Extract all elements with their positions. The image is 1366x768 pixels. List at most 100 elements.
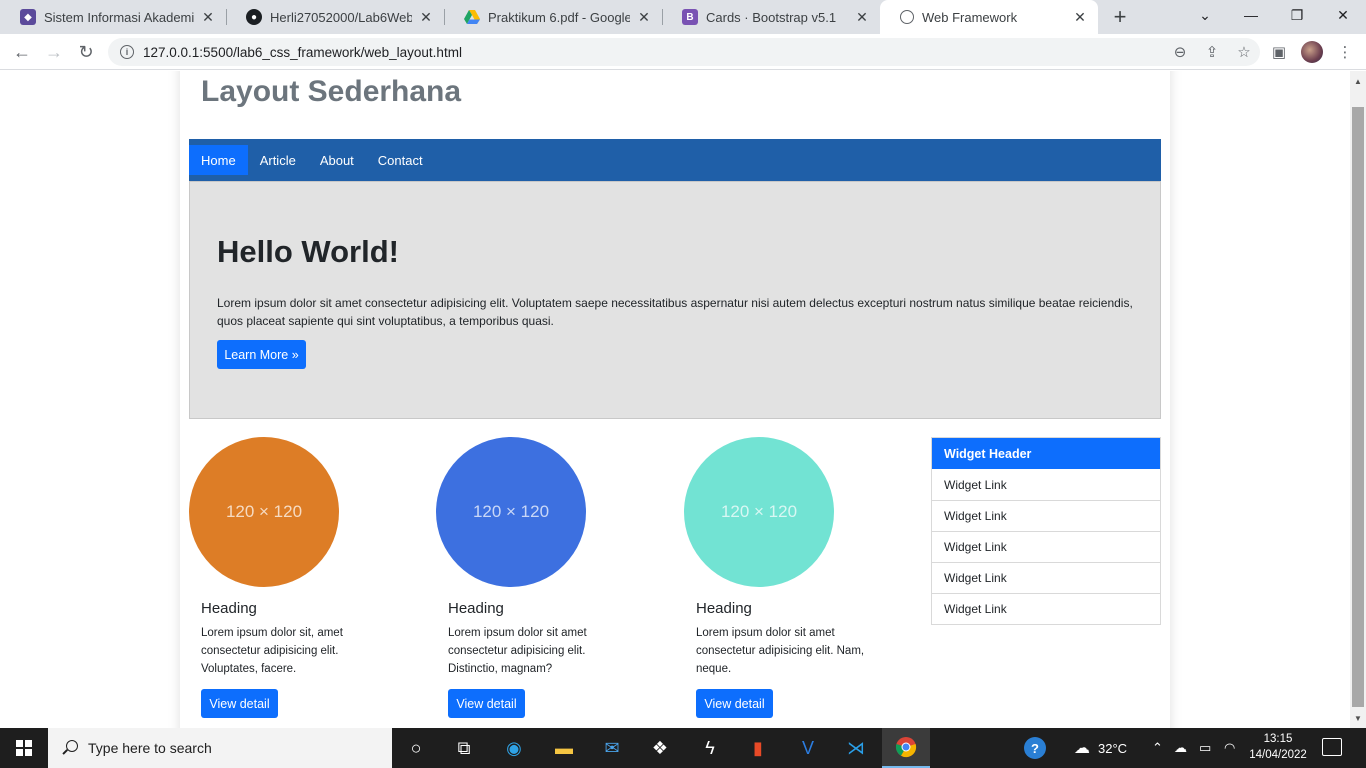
view-detail-button[interactable]: View detail	[696, 689, 773, 718]
placeholder-image: 120 × 120	[436, 437, 586, 587]
close-tab-icon[interactable]: ✕	[418, 9, 434, 25]
site-info-icon[interactable]: i	[120, 45, 134, 59]
tab-sistem-informasi[interactable]: ◆ Sistem Informasi Akademik ✕	[0, 0, 226, 34]
onedrive-icon[interactable]: ☁	[1174, 728, 1187, 768]
learn-more-button[interactable]: Learn More »	[217, 340, 306, 369]
tab-google-drive[interactable]: Praktikum 6.pdf - Google Dri ✕	[444, 0, 662, 34]
hero-heading: Hello World!	[217, 234, 399, 269]
university-icon: ◆	[20, 9, 36, 25]
site-title: Layout Sederhana	[201, 75, 462, 108]
omnibox-actions: ⊖ ⇪ ☆	[1164, 38, 1260, 66]
wifi-icon[interactable]: ◠	[1224, 728, 1235, 768]
placeholder-image: 120 × 120	[684, 437, 834, 587]
close-tab-icon[interactable]: ✕	[854, 9, 870, 25]
view-detail-button[interactable]: View detail	[448, 689, 525, 718]
back-arrow-icon[interactable]: ←	[10, 40, 34, 64]
dropbox-icon[interactable]: ❖	[636, 728, 684, 768]
tab-web-framework[interactable]: Web Framework ✕	[880, 0, 1098, 34]
tab-github[interactable]: ● Herli27052000/Lab6Web: Ma ✕	[226, 0, 444, 34]
bootstrap-icon: B	[682, 9, 698, 25]
widget-link[interactable]: Widget Link	[932, 531, 1160, 562]
reload-icon[interactable]: ↻	[74, 40, 98, 64]
page-viewport: Layout Sederhana Home Article About Cont…	[0, 71, 1350, 728]
widget-link[interactable]: Widget Link	[932, 562, 1160, 593]
address-bar[interactable]: i 127.0.0.1:5500/lab6_css_framework/web_…	[108, 38, 1260, 66]
windows-taskbar: Type here to search ○ ⧉ ◉ ▬ ✉ ❖ ϟ ▮ V ⋊ …	[0, 728, 1366, 768]
google-drive-icon	[464, 9, 480, 25]
help-icon[interactable]: ?	[1024, 728, 1046, 768]
card-text: Lorem ipsum dolor sit amet consectetur a…	[696, 627, 865, 675]
weather-temperature: 32°C	[1098, 740, 1128, 756]
github-icon: ●	[246, 9, 262, 25]
search-icon	[62, 740, 78, 756]
card-heading: Heading	[201, 600, 257, 617]
close-tab-icon[interactable]: ✕	[1072, 9, 1088, 25]
bookmark-star-icon[interactable]: ☆	[1228, 43, 1260, 61]
feature-card: 120 × 120 Heading Lorem ipsum dolor sit …	[684, 437, 884, 728]
tab-bootstrap-cards[interactable]: B Cards · Bootstrap v5.1 ✕	[662, 0, 880, 34]
close-window-button[interactable]: ✕	[1320, 0, 1366, 30]
browser-tab-strip: ◆ Sistem Informasi Akademik ✕ ● Herli270…	[0, 0, 1366, 34]
feature-card: 120 × 120 Heading Lorem ipsum dolor sit,…	[189, 437, 389, 728]
nav-article[interactable]: Article	[248, 145, 308, 175]
profile-avatar[interactable]	[1301, 41, 1323, 63]
globe-icon	[900, 10, 914, 24]
widget-link[interactable]: Widget Link	[932, 593, 1160, 624]
card-text: Lorem ipsum dolor sit, amet consectetur …	[201, 627, 343, 675]
cloud-sun-icon: ☁	[1074, 740, 1090, 757]
minimize-button[interactable]: —	[1228, 0, 1274, 30]
system-clock[interactable]: 13:15 14/04/2022	[1246, 731, 1310, 763]
mail-icon[interactable]: ✉	[588, 728, 636, 768]
nav-home[interactable]: Home	[189, 145, 248, 175]
office-icon[interactable]: ▮	[734, 728, 782, 768]
view-detail-button[interactable]: View detail	[201, 689, 278, 718]
clock-date: 14/04/2022	[1249, 749, 1307, 761]
vertical-scrollbar[interactable]: ▲ ▼	[1350, 71, 1366, 728]
side-panel-icon[interactable]: ▣	[1268, 41, 1290, 63]
chrome-icon[interactable]	[882, 728, 930, 768]
widget-link[interactable]: Widget Link	[932, 469, 1160, 500]
card-heading: Heading	[448, 600, 504, 617]
zoom-icon[interactable]: ⊖	[1164, 43, 1196, 61]
start-button[interactable]	[0, 728, 48, 768]
scroll-up-icon[interactable]: ▲	[1350, 73, 1366, 89]
menu-dots-icon[interactable]: ⋮	[1334, 41, 1356, 63]
new-tab-button[interactable]: +	[1108, 4, 1132, 29]
tab-search-chevron-icon[interactable]: ⌄	[1182, 0, 1228, 30]
notification-center-icon[interactable]	[1322, 738, 1342, 756]
forward-arrow-icon[interactable]: →	[42, 40, 66, 64]
task-view-icon[interactable]: ⧉	[440, 728, 488, 768]
app-launcher-icon[interactable]: ϟ	[686, 728, 734, 768]
show-hidden-icons-chevron-icon[interactable]: ⌃	[1152, 728, 1163, 768]
browser-toolbar: ← → ↻ i 127.0.0.1:5500/lab6_css_framewor…	[0, 34, 1366, 70]
restore-button[interactable]: ❐	[1274, 0, 1320, 30]
battery-icon[interactable]: ▭	[1199, 728, 1211, 768]
weather-widget[interactable]: ☁ 32°C	[1074, 728, 1127, 768]
feature-card: 120 × 120 Heading Lorem ipsum dolor sit …	[436, 437, 636, 728]
cortana-icon[interactable]: ○	[392, 728, 440, 768]
visual-studio-icon[interactable]: V	[784, 728, 832, 768]
page-container: Layout Sederhana Home Article About Cont…	[180, 71, 1170, 728]
scrollbar-thumb[interactable]	[1352, 107, 1364, 707]
sidebar-widget: Widget Header Widget Link Widget Link Wi…	[931, 437, 1161, 625]
card-heading: Heading	[696, 600, 752, 617]
widget-link[interactable]: Widget Link	[932, 500, 1160, 531]
hero-jumbotron: Hello World! Lorem ipsum dolor sit amet …	[189, 181, 1161, 419]
close-tab-icon[interactable]: ✕	[636, 9, 652, 25]
nav-about[interactable]: About	[308, 145, 366, 175]
nav-contact[interactable]: Contact	[366, 145, 435, 175]
main-navbar: Home Article About Contact	[189, 139, 1161, 181]
close-tab-icon[interactable]: ✕	[200, 9, 216, 25]
share-icon[interactable]: ⇪	[1196, 43, 1228, 61]
placeholder-image: 120 × 120	[189, 437, 339, 587]
card-text: Lorem ipsum dolor sit amet consectetur a…	[448, 627, 587, 675]
taskbar-search[interactable]: Type here to search	[48, 728, 392, 768]
edge-icon[interactable]: ◉	[490, 728, 538, 768]
clock-time: 13:15	[1263, 733, 1293, 745]
vscode-icon[interactable]: ⋊	[832, 728, 880, 768]
scroll-down-icon[interactable]: ▼	[1350, 710, 1366, 726]
search-placeholder: Type here to search	[88, 740, 212, 756]
url-text[interactable]: 127.0.0.1:5500/lab6_css_framework/web_la…	[143, 45, 462, 60]
windows-logo-icon	[16, 740, 32, 756]
file-explorer-icon[interactable]: ▬	[540, 728, 588, 768]
